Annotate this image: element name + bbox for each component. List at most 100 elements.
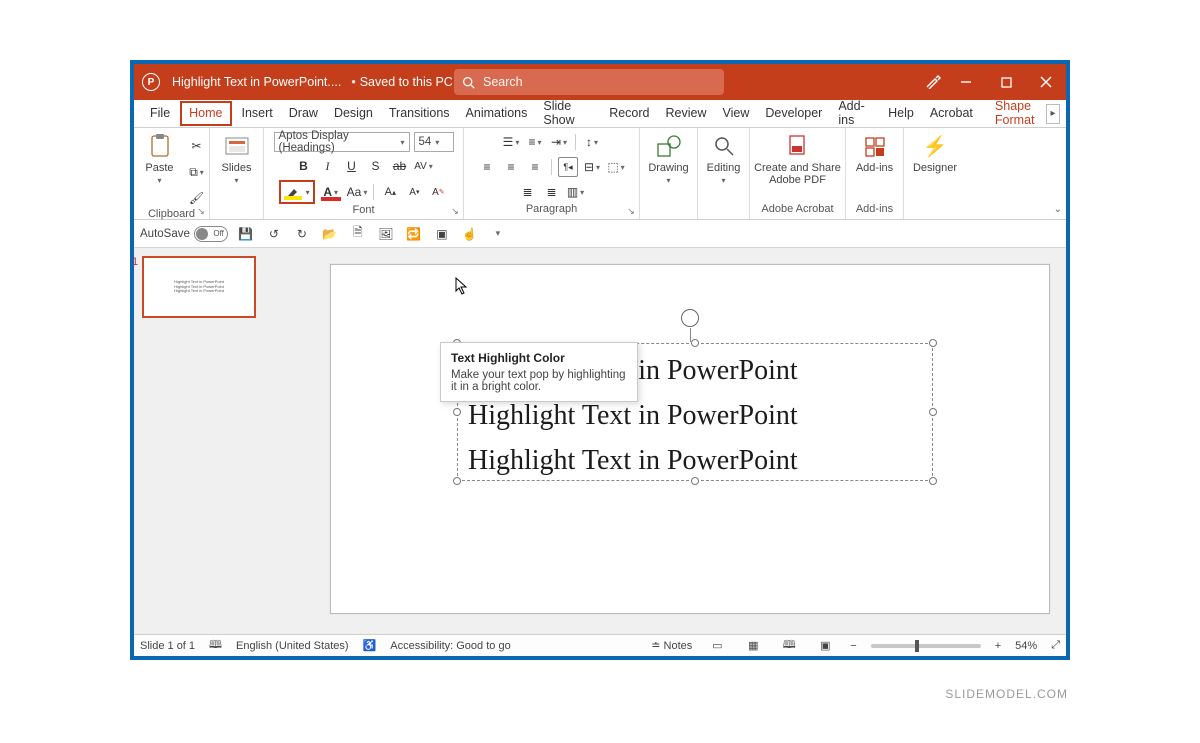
highlight-dropdown-arrow[interactable]: ▾ (304, 188, 312, 197)
insert-pic-button[interactable]: 🖼 (376, 224, 396, 244)
bold-button[interactable]: B (294, 156, 314, 176)
resize-handle-sw[interactable] (453, 477, 461, 485)
tab-acrobat[interactable]: Acrobat (922, 101, 981, 126)
editing-button[interactable]: Editing▾ (701, 132, 747, 186)
save-button[interactable]: 💾 (236, 224, 256, 244)
text-line-3[interactable]: Highlight Text in PowerPoint (458, 434, 932, 479)
slide-thumbnail-1[interactable]: Highlight Text in PowerPoint Highlight T… (142, 256, 256, 318)
increase-font-button[interactable]: A▴ (380, 182, 400, 202)
normal-view-button[interactable]: ▭ (706, 638, 728, 654)
copy-button[interactable]: ⧉ (187, 162, 207, 182)
tab-overflow-button[interactable]: ▸ (1046, 104, 1060, 124)
cut-button[interactable]: ✂ (187, 136, 207, 156)
reuse-slides-button[interactable]: 🔁 (404, 224, 424, 244)
ink-replay-icon[interactable] (925, 73, 941, 89)
font-size-combo[interactable]: 54▾ (414, 132, 454, 152)
undo-button[interactable]: ↺ (264, 224, 284, 244)
slide[interactable]: Highlight Text in PowerPoint Highlight T… (330, 264, 1050, 614)
slideshow-view-button[interactable]: ▣ (814, 638, 836, 654)
font-color-button[interactable]: A (319, 182, 343, 202)
slide-thumbnail-panel[interactable]: 1 Highlight Text in PowerPoint Highlight… (134, 248, 264, 634)
tab-home[interactable]: Home (180, 101, 231, 126)
tab-draw[interactable]: Draw (281, 101, 326, 126)
italic-button[interactable]: I (318, 156, 338, 176)
numbering-button[interactable]: ≡ (525, 132, 545, 152)
designer-button[interactable]: ⚡ Designer (912, 132, 958, 174)
search-input[interactable] (481, 74, 716, 90)
tab-developer[interactable]: Developer (757, 101, 830, 126)
addins-button[interactable]: Add-ins (852, 132, 898, 174)
align-left-button[interactable]: ≡ (477, 157, 497, 177)
bullets-button[interactable]: ☰ (501, 132, 521, 152)
notes-button[interactable]: ≐ Notes (651, 639, 692, 652)
tab-insert[interactable]: Insert (234, 101, 281, 126)
sorter-view-button[interactable]: ▦ (742, 638, 764, 654)
tab-transitions[interactable]: Transitions (381, 101, 458, 126)
autosave-switch-off[interactable]: Off (194, 226, 228, 242)
collapse-ribbon-button[interactable]: ⌄ (1054, 204, 1062, 215)
tab-record[interactable]: Record (601, 101, 657, 126)
paste-button[interactable]: Paste▾ (137, 132, 183, 186)
columns-button[interactable]: ▥ (566, 182, 586, 202)
font-dialog-launcher[interactable]: ↘ (449, 205, 461, 217)
slide-counter[interactable]: Slide 1 of 1 (140, 640, 195, 652)
zoom-slider[interactable] (871, 644, 981, 648)
tab-animations[interactable]: Animations (458, 101, 536, 126)
line-spacing-button[interactable]: ↕ (582, 132, 602, 152)
text-direction-button[interactable]: ¶◂ (558, 157, 578, 177)
search-box[interactable] (454, 69, 724, 95)
create-share-pdf-button[interactable]: Create and Share Adobe PDF (754, 132, 842, 186)
spellcheck-icon[interactable]: 🕮 (209, 636, 222, 655)
paragraph-dialog-launcher[interactable]: ↘ (625, 205, 637, 217)
open-button[interactable]: 📂 (320, 224, 340, 244)
tab-help[interactable]: Help (880, 101, 922, 126)
font-name-combo[interactable]: Aptos Display (Headings)▾ (274, 132, 410, 152)
tab-design[interactable]: Design (326, 101, 381, 126)
autosave-toggle[interactable]: AutoSave Off (140, 226, 228, 242)
accessibility-icon[interactable]: ♿ (363, 639, 377, 652)
resize-handle-n[interactable] (691, 339, 699, 347)
tab-file[interactable]: File (142, 101, 178, 126)
saved-status[interactable]: Saved to this PC ⌄ (360, 75, 465, 89)
resize-handle-s[interactable] (691, 477, 699, 485)
resize-handle-se[interactable] (929, 477, 937, 485)
clipboard-icon (146, 132, 174, 160)
slide-canvas-area[interactable]: Highlight Text in PowerPoint Highlight T… (264, 248, 1066, 634)
fit-to-window-button[interactable]: ⤢ (1051, 639, 1060, 652)
drawing-button[interactable]: Drawing▾ (646, 132, 692, 186)
zoom-percent[interactable]: 54% (1015, 640, 1037, 652)
resize-handle-w[interactable] (453, 408, 461, 416)
decrease-font-button[interactable]: A▾ (404, 182, 424, 202)
zoom-out-button[interactable]: − (850, 640, 856, 652)
language-status[interactable]: English (United States) (236, 640, 349, 652)
resize-handle-e[interactable] (929, 408, 937, 416)
align-center-button[interactable]: ≡ (501, 157, 521, 177)
reading-view-button[interactable]: 🕮 (778, 638, 800, 654)
touch-mode-button[interactable]: ☝ (460, 224, 480, 244)
text-highlight-color-button[interactable]: ▾ (279, 180, 315, 204)
new-slide-button[interactable]: Slides▾ (214, 132, 260, 186)
redo-button[interactable]: ↻ (292, 224, 312, 244)
zoom-in-button[interactable]: + (995, 640, 1001, 652)
accessibility-status[interactable]: Accessibility: Good to go (390, 640, 510, 652)
character-spacing-button[interactable]: AV (414, 156, 434, 176)
distribute-button[interactable]: ≣ (542, 182, 562, 202)
align-right-button[interactable]: ≡ (525, 157, 545, 177)
new-file-button[interactable]: 🗎 (348, 224, 368, 244)
present-button[interactable]: ▣ (432, 224, 452, 244)
smartart-button[interactable]: ⬚ (606, 157, 626, 177)
change-case-button[interactable]: Aa (347, 182, 368, 202)
rotation-handle[interactable] (681, 309, 699, 327)
resize-handle-ne[interactable] (929, 339, 937, 347)
underline-button[interactable]: U (342, 156, 362, 176)
list-level-button[interactable]: ⇥ (549, 132, 569, 152)
shadow-button[interactable]: S (366, 156, 386, 176)
tab-view[interactable]: View (714, 101, 757, 126)
justify-button[interactable]: ≣ (518, 182, 538, 202)
clear-formatting-button[interactable]: A✎ (428, 182, 448, 202)
clipboard-dialog-launcher[interactable]: ↘ (195, 205, 207, 217)
align-text-button[interactable]: ⊟ (582, 157, 602, 177)
qat-customize-button[interactable]: ▾ (488, 224, 508, 244)
tab-review[interactable]: Review (657, 101, 714, 126)
strikethrough-button[interactable]: ab (390, 156, 410, 176)
